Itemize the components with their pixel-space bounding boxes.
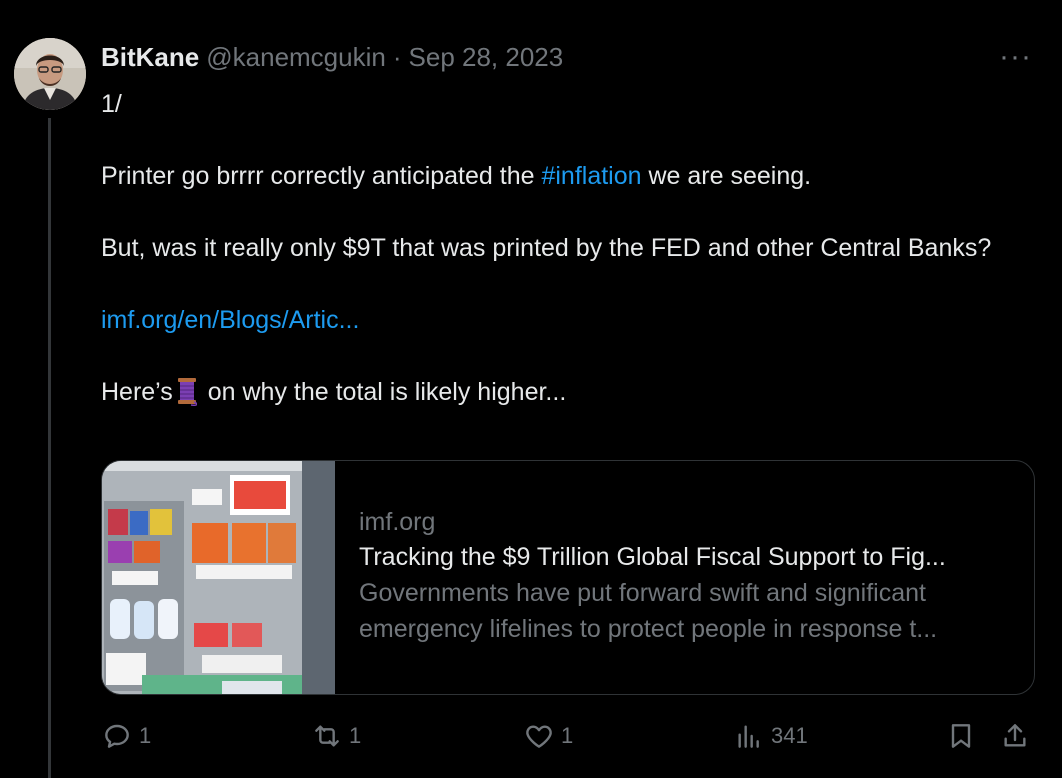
tweet-date[interactable]: Sep 28, 2023 [409, 42, 564, 73]
more-options-icon[interactable]: ··· [999, 42, 1032, 72]
bookmark-icon [951, 724, 971, 748]
like-button[interactable]: 1 [523, 716, 573, 756]
tweet-line-link: imf.org/en/Blogs/Artic... [101, 302, 1011, 338]
views-button[interactable]: 341 [733, 716, 808, 756]
heart-icon [526, 725, 552, 748]
thread-spool-icon [177, 378, 197, 406]
text-segment: Printer go brrrr correctly anticipated t… [101, 162, 542, 190]
repost-icon [315, 725, 339, 747]
avatar-image [14, 38, 86, 110]
text-segment: Here’s [101, 378, 173, 406]
avatar[interactable] [14, 38, 86, 110]
display-name[interactable]: BitKane [101, 42, 199, 73]
tweet-line-thread: Here’s on why the total is likely higher… [101, 374, 1011, 410]
reply-count: 1 [139, 723, 152, 748]
card-description: Governments have put forward swift and s… [359, 579, 938, 643]
text-segment: we are seeing. [641, 162, 812, 190]
hashtag-link[interactable]: #inflation [541, 162, 641, 190]
repost-count: 1 [349, 723, 362, 748]
tweet-line-printer: Printer go brrrr correctly anticipated t… [101, 158, 1011, 194]
article-link[interactable]: imf.org/en/Blogs/Artic... [101, 306, 359, 334]
share-button[interactable] [999, 716, 1031, 756]
bookmark-button[interactable] [945, 716, 977, 756]
like-count: 1 [561, 723, 574, 748]
thread-line [48, 118, 51, 778]
separator: · [392, 41, 402, 72]
reply-icon [105, 724, 129, 748]
reply-button[interactable]: 1 [101, 716, 151, 756]
tweet-line-thread-marker: 1/ [101, 90, 122, 118]
user-handle[interactable]: @kanemcgukin [206, 42, 386, 73]
tweet-header: BitKane @kanemcgukin · Sep 28, 2023 [101, 40, 563, 74]
text-segment: on why the total is likely higher... [200, 378, 567, 406]
card-image [102, 461, 335, 694]
card-body: imf.org Tracking the $9 Trillion Global … [335, 461, 1019, 694]
analytics-icon [738, 725, 759, 748]
share-icon [1004, 724, 1026, 747]
card-title: Tracking the $9 Trillion Global Fiscal S… [359, 543, 946, 571]
view-count: 341 [771, 723, 808, 748]
link-preview-card[interactable]: imf.org Tracking the $9 Trillion Global … [101, 460, 1035, 695]
card-domain: imf.org [359, 508, 436, 536]
tweet-line-question: But, was it really only $9T that was pri… [101, 234, 992, 262]
action-bar: 1 1 1 341 [101, 716, 1033, 756]
repost-button[interactable]: 1 [311, 716, 361, 756]
tweet-body: 1/ Printer go brrrr correctly anticipate… [101, 86, 1011, 410]
